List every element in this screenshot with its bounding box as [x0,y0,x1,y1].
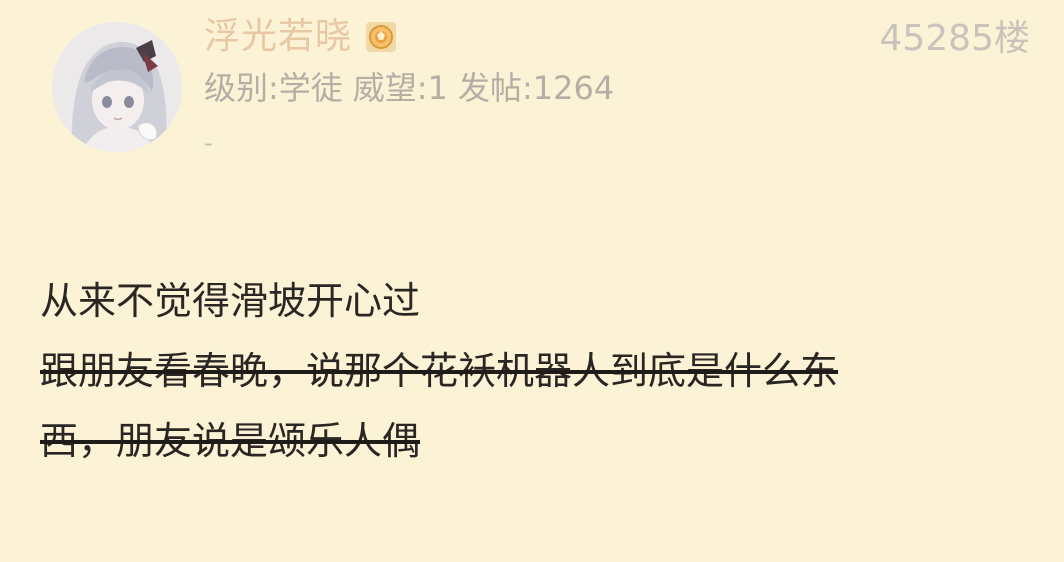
floor-number: 45285楼 [879,18,1030,59]
author-post-count: 发帖:1264 [457,69,615,107]
author-reputation: 威望:1 [352,69,448,107]
post-strikethrough-line-wrap: 西，朋友说是颂乐人偶 [40,406,1030,476]
avatar[interactable] [52,22,182,152]
post-text-line: 从来不觉得滑坡开心过 [40,279,421,323]
post-content: 从来不觉得滑坡开心过 跟朋友看春晚，说那个花袄机器人到底是什么东 西，朋友说是颂… [40,266,1030,476]
medal-badge-icon [364,20,398,54]
post-strikethrough-text: 西，朋友说是颂乐人偶 [40,419,421,463]
author-level: 级别:学徒 [204,69,343,107]
author-signature: - [204,129,213,157]
author-row: 浮光若晓 [204,14,398,60]
post-strikethrough-line: 跟朋友看春晚，说那个花袄机器人到底是什么东 [40,349,839,393]
author-meta: 级别:学徒 威望:1 发帖:1264 [204,66,624,110]
author-name[interactable]: 浮光若晓 [204,14,352,60]
avatar-image [52,22,182,152]
